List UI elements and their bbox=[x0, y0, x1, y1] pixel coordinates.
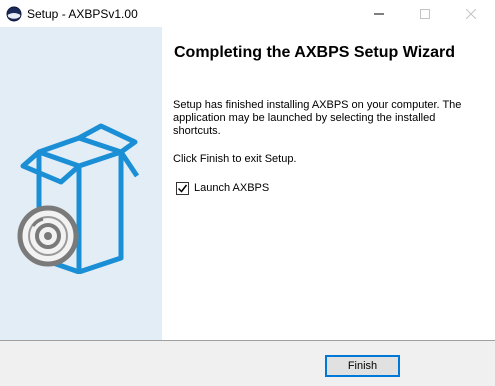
exit-instruction: Click Finish to exit Setup. bbox=[173, 153, 297, 165]
close-button bbox=[448, 0, 494, 27]
button-bar: Finish bbox=[0, 340, 495, 386]
wizard-side-panel bbox=[0, 27, 162, 340]
launch-checkbox[interactable] bbox=[176, 181, 189, 195]
maximize-icon bbox=[420, 8, 430, 19]
setup-globe-icon bbox=[6, 6, 22, 22]
title-bar: Setup - AXBPSv1.00 bbox=[0, 0, 495, 27]
completion-description: Setup has finished installing AXBPS on y… bbox=[173, 99, 462, 137]
minimize-button[interactable] bbox=[356, 0, 402, 27]
launch-checkbox-row[interactable]: Launch AXBPS bbox=[176, 180, 269, 196]
wizard-content: Completing the AXBPS Setup Wizard Setup … bbox=[162, 27, 495, 340]
page-title: Completing the AXBPS Setup Wizard bbox=[174, 44, 456, 61]
check-mark-icon bbox=[178, 184, 187, 193]
window-title: Setup - AXBPSv1.00 bbox=[27, 7, 138, 21]
maximize-button bbox=[402, 0, 448, 27]
box-and-disc-icon bbox=[17, 122, 143, 275]
finish-button[interactable]: Finish bbox=[325, 355, 400, 377]
close-icon bbox=[466, 8, 476, 19]
launch-checkbox-label[interactable]: Launch AXBPS bbox=[194, 182, 269, 194]
minimize-icon bbox=[374, 9, 384, 19]
